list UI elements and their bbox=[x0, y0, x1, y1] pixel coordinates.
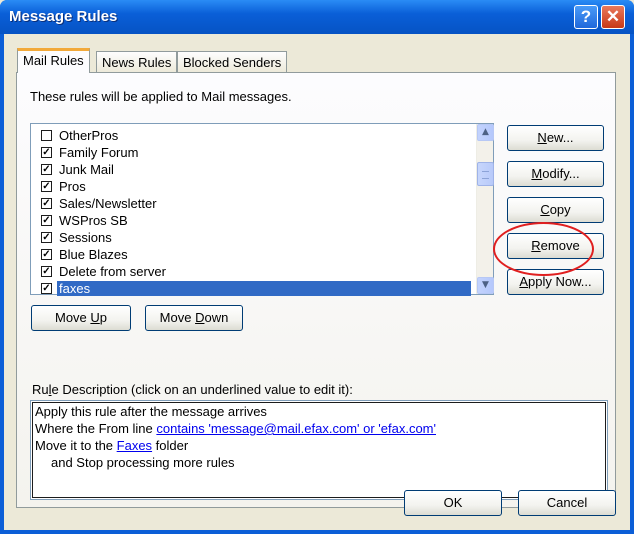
rule-list-item[interactable]: ✓ Delete from server bbox=[37, 263, 471, 280]
rule-name: Sales/Newsletter bbox=[59, 196, 157, 211]
tab-blocked-senders-label: Blocked Senders bbox=[183, 55, 282, 70]
tab-news-rules[interactable]: News Rules bbox=[96, 51, 178, 73]
rule-checkbox[interactable]: ✓ bbox=[41, 215, 52, 226]
scroll-up-button[interactable]: ▲ bbox=[477, 124, 494, 141]
rule-list-item[interactable]: OtherPros bbox=[37, 127, 471, 144]
chevron-up-icon: ▲ bbox=[482, 127, 489, 137]
rule-list-item[interactable]: ✓ Sales/Newsletter bbox=[37, 195, 471, 212]
rule-name: Junk Mail bbox=[59, 162, 114, 177]
new-button-label: ew... bbox=[546, 130, 574, 145]
rule-name: faxes bbox=[57, 281, 471, 296]
move-down-button-label: own bbox=[204, 310, 229, 325]
scroll-down-button[interactable]: ▼ bbox=[477, 277, 494, 294]
new-button-accesskey: N bbox=[537, 130, 547, 145]
rules-list[interactable]: OtherPros ✓ Family Forum ✓ Junk Mail ✓ Pros ✓ Sa… bbox=[30, 123, 494, 297]
desc-folder-suffix: folder bbox=[152, 438, 189, 453]
move-up-button-label-pre: Move bbox=[54, 310, 91, 325]
tab-mail-rules-label: Mail Rules bbox=[23, 53, 84, 68]
tab-mail-rules[interactable]: Mail Rules bbox=[17, 48, 90, 73]
scroll-thumb[interactable] bbox=[477, 162, 494, 186]
desc-line-move: Move it to the Faxes folder bbox=[35, 438, 603, 455]
rule-description-label: Rule Description (click on an underlined… bbox=[32, 382, 353, 397]
desc-from-contains-link[interactable]: contains 'message@mail.efax.com' or 'efa… bbox=[156, 421, 436, 436]
desc-move-text: Move it to the bbox=[35, 438, 117, 453]
rule-checkbox[interactable]: ✓ bbox=[41, 232, 52, 243]
rule-list-item[interactable]: ✓ Junk Mail bbox=[37, 161, 471, 178]
info-text: These rules will be applied to Mail mess… bbox=[30, 89, 292, 104]
desc-line-condition-time: Apply this rule after the message arrive… bbox=[35, 404, 267, 419]
close-icon: ✕ bbox=[605, 7, 621, 26]
remove-button-label: emove bbox=[540, 238, 580, 253]
remove-button[interactable]: Remove bbox=[507, 233, 604, 259]
rule-list-item[interactable]: ✓ Family Forum bbox=[37, 144, 471, 161]
copy-button-accesskey: C bbox=[540, 202, 550, 217]
apply-now-button-label: pply Now... bbox=[528, 274, 592, 289]
chevron-down-icon: ▼ bbox=[482, 280, 489, 290]
message-rules-window: Message Rules ? ✕ Mail Rules News Rules … bbox=[0, 0, 634, 534]
rule-checkbox[interactable] bbox=[41, 130, 52, 141]
ok-button[interactable]: OK bbox=[404, 490, 502, 516]
rule-name: WSPros SB bbox=[59, 213, 128, 228]
move-down-button[interactable]: Move Down bbox=[145, 305, 243, 331]
move-down-button-label-pre: Move bbox=[159, 310, 196, 325]
rule-description-box[interactable]: Apply this rule after the message arrive… bbox=[30, 400, 608, 500]
move-up-button-accesskey: U bbox=[90, 310, 100, 325]
move-up-button-label: p bbox=[99, 310, 108, 325]
rule-checkbox[interactable]: ✓ bbox=[41, 266, 52, 277]
apply-now-button[interactable]: Apply Now... bbox=[507, 269, 604, 295]
rule-checkbox[interactable]: ✓ bbox=[41, 283, 52, 294]
rule-name: OtherPros bbox=[59, 128, 119, 143]
rule-name: Blue Blazes bbox=[59, 247, 128, 262]
help-button[interactable]: ? bbox=[574, 5, 598, 29]
rule-list-item[interactable]: ✓ Blue Blazes bbox=[37, 246, 471, 263]
modify-button-accesskey: M bbox=[531, 166, 543, 181]
rule-checkbox[interactable]: ✓ bbox=[41, 181, 52, 192]
rule-name: Pros bbox=[59, 179, 86, 194]
rule-list-item[interactable]: ✓ Sessions bbox=[37, 229, 471, 246]
rule-list-item[interactable]: ✓ faxes bbox=[37, 280, 471, 297]
tab-blocked-senders[interactable]: Blocked Senders bbox=[177, 51, 288, 73]
mail-rules-tab-page: These rules will be applied to Mail mess… bbox=[16, 72, 616, 508]
copy-button[interactable]: Copy bbox=[507, 197, 604, 223]
tab-news-rules-label: News Rules bbox=[102, 55, 172, 70]
desc-label-post: e Description (click on an underlined va… bbox=[51, 382, 353, 397]
desc-line-from: Where the From line contains 'message@ma… bbox=[35, 421, 603, 438]
apply-now-button-accesskey: A bbox=[519, 274, 529, 289]
close-button[interactable]: ✕ bbox=[601, 5, 625, 29]
desc-from-text: Where the From line bbox=[35, 421, 157, 436]
rules-list-scrollbar[interactable]: ▲ ▼ bbox=[476, 124, 494, 294]
rule-name: Delete from server bbox=[59, 264, 166, 279]
desc-line-stop: and Stop processing more rules bbox=[51, 455, 235, 470]
rule-name: Sessions bbox=[59, 230, 112, 245]
modify-button[interactable]: Modify... bbox=[507, 161, 604, 187]
dialog-client-area: Mail Rules News Rules Blocked Senders Th… bbox=[4, 34, 630, 530]
remove-button-accesskey: R bbox=[531, 238, 541, 253]
desc-folder-link[interactable]: Faxes bbox=[117, 438, 152, 453]
title-bar[interactable]: Message Rules ? ✕ bbox=[0, 0, 634, 34]
rule-list-item[interactable]: ✓ WSPros SB bbox=[37, 212, 471, 229]
cancel-button[interactable]: Cancel bbox=[518, 490, 616, 516]
modify-button-label: odify... bbox=[542, 166, 580, 181]
rule-name: Family Forum bbox=[59, 145, 139, 160]
new-button[interactable]: New... bbox=[507, 125, 604, 151]
desc-label-pre: Ru bbox=[32, 382, 49, 397]
window-title: Message Rules bbox=[9, 8, 118, 25]
rule-checkbox[interactable]: ✓ bbox=[41, 147, 52, 158]
copy-button-label: opy bbox=[549, 202, 571, 217]
rule-checkbox[interactable]: ✓ bbox=[41, 164, 52, 175]
help-icon: ? bbox=[580, 7, 592, 26]
rule-checkbox[interactable]: ✓ bbox=[41, 249, 52, 260]
rule-list-item[interactable]: ✓ Pros bbox=[37, 178, 471, 195]
rule-checkbox[interactable]: ✓ bbox=[41, 198, 52, 209]
move-up-button[interactable]: Move Up bbox=[31, 305, 131, 331]
